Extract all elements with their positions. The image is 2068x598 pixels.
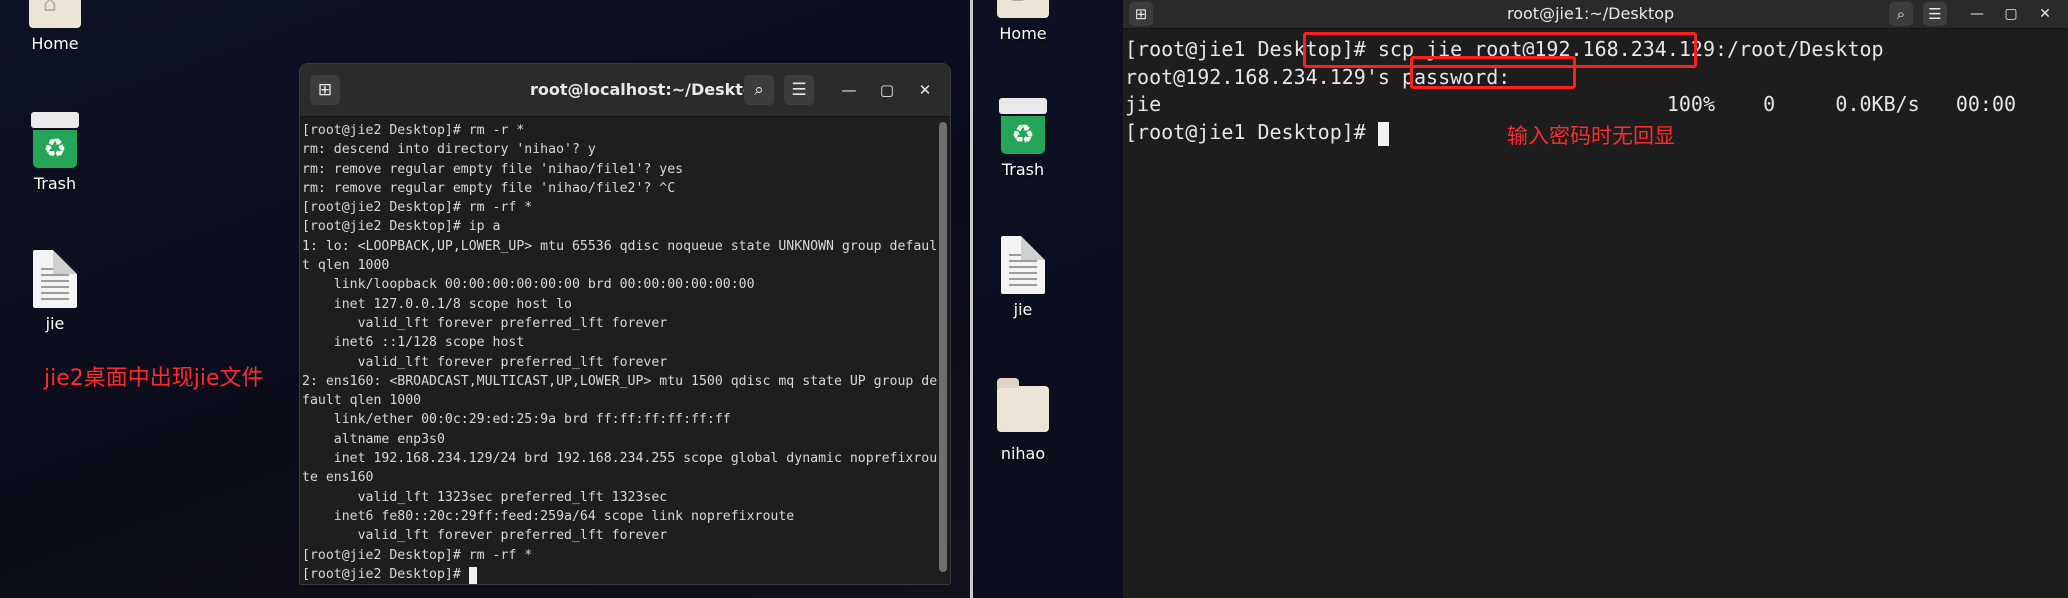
home-folder-icon: ⌂ [997,0,1049,18]
text-cursor [1377,122,1389,146]
new-tab-icon[interactable]: ⊞ [1129,2,1153,26]
terminal-line: valid_lft forever preferred_lft forever [302,315,668,331]
text-cursor [468,567,477,584]
terminal-line: 1: lo: <LOOPBACK,UP,LOWER_UP> mtu 65536 … [302,238,938,254]
title-bar[interactable]: ⊞ root@localhost:~/Desktop ⌕ ☰ — ▢ ✕ [300,64,950,117]
desktop-icon-label: jie [1013,300,1033,319]
right-desktop: ⌂ Home ♻ Trash jie nihao ⊞ root@jie1:~/D… [973,0,2068,598]
terminal-prompt-line[interactable]: [root@jie2 Desktop]# [302,565,936,584]
home-folder-icon: ⌂ [29,0,81,28]
terminal-line: inet 192.168.234.129/24 brd 192.168.234.… [302,451,938,467]
menu-icon[interactable]: ☰ [1923,2,1947,26]
left-desktop: ⌂ Home ♻ Trash jie jie2桌面中出现jie文件 ⊞ root… [0,0,970,598]
terminal-line: link/loopback 00:00:00:00:00:00 brd 00:0… [302,277,755,293]
folder-icon [997,378,1049,432]
scrollbar[interactable] [939,122,947,572]
terminal-line: 2: ens160: <BROADCAST,MULTICAST,UP,LOWER… [302,373,938,389]
desktop-icon-nihao[interactable]: nihao [978,378,1068,463]
desktop-icon-trash[interactable]: ♻ Trash [978,98,1068,179]
terminal-line: inet6 fe80::20c:29ff:feed:259a/64 scope … [302,508,795,524]
terminal-line: [root@jie2 Desktop]# rm -rf * [302,200,533,216]
terminal-window-left[interactable]: ⊞ root@localhost:~/Desktop ⌕ ☰ — ▢ ✕ [ro… [300,64,950,584]
terminal-prompt: [root@jie1 Desktop]# [1125,119,1378,144]
terminal-line: valid_lft 1323sec preferred_lft 1323sec [302,489,668,505]
desktop-icon-home[interactable]: ⌂ Home [978,0,1068,43]
highlight-box-password [1410,56,1576,89]
menu-icon[interactable]: ☰ [784,75,814,105]
desktop-icon-label: Home [999,24,1047,43]
minimize-icon[interactable]: — [1965,2,1989,26]
terminal-line: valid_lft forever preferred_lft forever [302,528,668,544]
terminal-line: rm: remove regular empty file 'nihao/fil… [302,161,684,177]
close-icon[interactable]: ✕ [910,75,940,105]
text-file-icon [1001,236,1045,294]
trash-icon: ♻ [999,98,1047,154]
desktop-icon-jie[interactable]: jie [10,250,100,333]
terminal-prompt: [root@jie2 Desktop]# [302,566,469,582]
terminal-output[interactable]: [root@jie2 Desktop]# rm -r * rm: descend… [300,117,950,584]
close-icon[interactable]: ✕ [2033,2,2057,26]
trash-icon: ♻ [31,112,79,168]
terminal-window-right[interactable]: ⊞ root@jie1:~/Desktop ⌕ ☰ — ▢ ✕ [root@ji… [1123,0,2068,598]
window-title: root@localhost:~/Desktop [530,80,766,99]
window-title: root@jie1:~/Desktop [1507,4,1675,23]
terminal-line: fault qlen 1000 [302,393,422,409]
text-file-icon [33,250,77,308]
terminal-line: valid_lft forever preferred_lft forever [302,354,668,370]
terminal-line: te ens160 [302,470,374,486]
new-tab-icon[interactable]: ⊞ [310,75,340,105]
maximize-icon[interactable]: ▢ [872,75,902,105]
search-icon[interactable]: ⌕ [744,75,774,105]
desktop-icon-jie[interactable]: jie [978,236,1068,319]
terminal-line: rm: descend into directory 'nihao'? y [302,142,596,158]
desktop-icon-label: Trash [33,174,77,193]
desktop-icon-label: jie [45,314,65,333]
desktop-icon-label: nihao [1000,444,1046,463]
annotation-text: 输入密码时无回显 [1507,124,1675,148]
terminal-line: [root@jie2 Desktop]# rm -r * [302,123,525,138]
desktop-icon-label: Home [31,34,79,53]
desktop-icon-trash[interactable]: ♻ Trash [10,112,100,193]
terminal-line: jie 100% 0 0.0KB/s 00:00 [1125,92,2017,116]
terminal-line: altname enp3s0 [302,431,445,447]
terminal-line: t qlen 1000 [302,258,390,274]
terminal-line: [root@jie2 Desktop]# ip a [302,219,501,235]
desktop-icon-label: Trash [1001,160,1045,179]
terminal-line: inet 127.0.0.1/8 scope host lo [302,296,572,312]
annotation-text: jie2桌面中出现jie文件 [44,366,264,391]
terminal-line: inet6 ::1/128 scope host [302,335,525,351]
search-icon[interactable]: ⌕ [1889,2,1913,26]
title-bar[interactable]: ⊞ root@jie1:~/Desktop ⌕ ☰ — ▢ ✕ [1123,0,2068,29]
terminal-line: link/ether 00:0c:29:ed:25:9a brd ff:ff:f… [302,412,731,428]
desktop-icon-home[interactable]: ⌂ Home [10,0,100,53]
minimize-icon[interactable]: — [834,75,864,105]
terminal-line: rm: remove regular empty file 'nihao/fil… [302,180,676,196]
terminal-line: [root@jie2 Desktop]# rm -rf * [302,547,533,563]
maximize-icon[interactable]: ▢ [1999,2,2023,26]
